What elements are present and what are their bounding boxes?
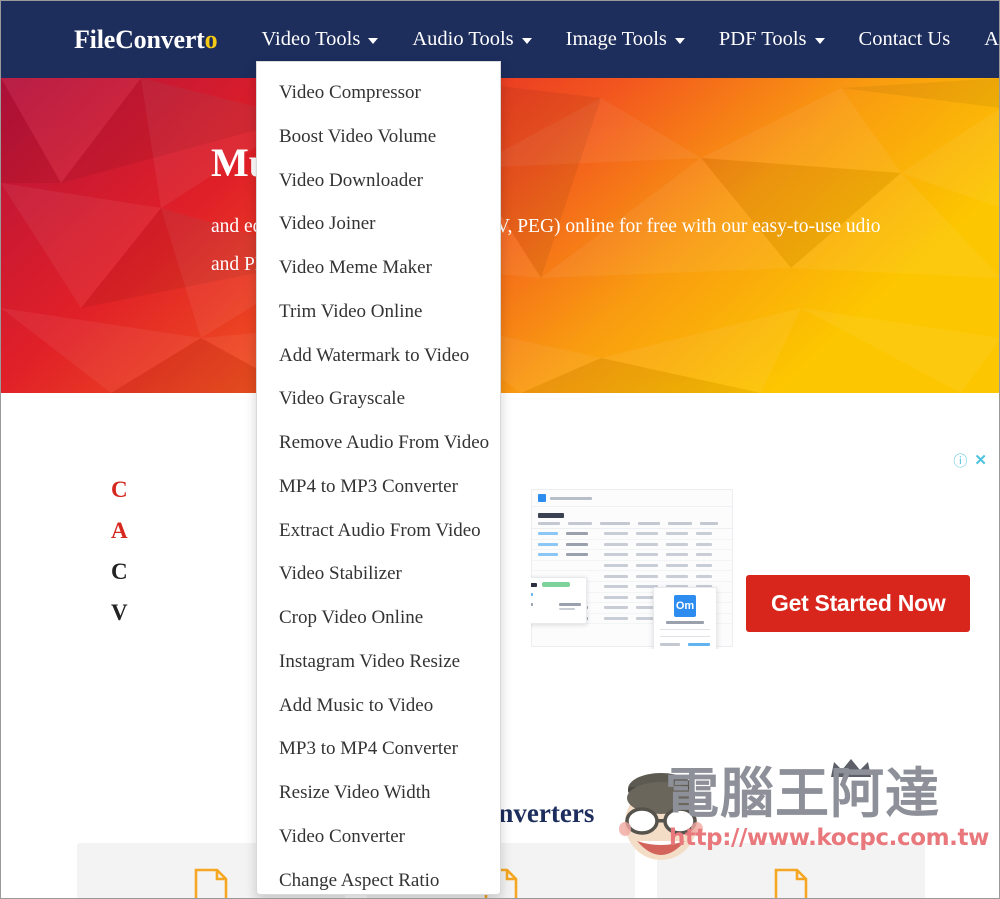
ad-product-screenshot: Om (531, 489, 761, 649)
dropdown-item-add-music-to-video[interactable]: Add Music to Video (257, 684, 500, 728)
ad-table-row (532, 540, 732, 551)
left-body-line: A (111, 518, 128, 543)
logo-accent-text: o (204, 24, 218, 54)
ad-controls: ⓘ ✕ (953, 453, 987, 468)
dropdown-item-mp4-to-mp3-converter[interactable]: MP4 to MP3 Converter (257, 465, 500, 509)
close-icon[interactable]: ✕ (974, 453, 987, 468)
dropdown-item-add-watermark-to-video[interactable]: Add Watermark to Video (257, 334, 500, 378)
nav-item-about[interactable]: About (984, 28, 1000, 51)
converter-card-list (77, 843, 925, 898)
nav-item-contact-us[interactable]: Contact Us (859, 29, 951, 50)
chevron-down-icon (521, 37, 532, 44)
chevron-down-icon (814, 37, 825, 44)
ad-modal-logo: Om (674, 595, 696, 617)
ad-status-badge (542, 582, 570, 587)
site-logo[interactable]: FileConverto (74, 24, 218, 55)
nav-item-image-tools[interactable]: Image Tools (566, 29, 685, 50)
nav-item-video-tools[interactable]: Video Tools (261, 28, 379, 51)
ad-app-name (550, 496, 592, 500)
nav-item-list: Video Tools Audio Tools Image Tools PDF … (261, 28, 1000, 51)
ad-dashboard-header (532, 490, 732, 507)
ad-table-row (532, 529, 732, 540)
converter-card[interactable] (657, 843, 925, 898)
get-started-now-button[interactable]: Get Started Now (746, 575, 971, 632)
ad-modal-action (688, 643, 710, 646)
nav-item-pdf-tools[interactable]: PDF Tools (719, 29, 825, 50)
nav-item-audio-tools[interactable]: Audio Tools (412, 28, 532, 51)
nav-label: Video Tools (261, 28, 361, 51)
dropdown-item-crop-video-online[interactable]: Crop Video Online (257, 596, 500, 640)
dropdown-item-remove-audio-from-video[interactable]: Remove Audio From Video (257, 421, 500, 465)
dropdown-item-boost-video-volume[interactable]: Boost Video Volume (257, 115, 500, 159)
advertisement: ⓘ ✕ Om Get Started Now (501, 447, 999, 652)
dropdown-item-video-downloader[interactable]: Video Downloader (257, 159, 500, 203)
ad-order-detail-popover (531, 577, 587, 624)
nav-label: Image Tools (565, 28, 667, 51)
dropdown-item-video-joiner[interactable]: Video Joiner (257, 202, 500, 246)
video-tools-dropdown-menu: Video Compressor Boost Video Volume Vide… (256, 61, 501, 895)
page-root: Multimedia Files and edit multimedia fil… (0, 0, 1000, 899)
ad-table-row (532, 550, 732, 561)
ad-modal-field (660, 643, 680, 646)
ad-modal-title (666, 621, 704, 624)
dropdown-item-resize-video-width[interactable]: Resize Video Width (257, 771, 500, 815)
left-body-line: V (111, 600, 128, 625)
ad-app-logo-icon (538, 494, 546, 502)
chevron-down-icon (674, 37, 685, 44)
dropdown-item-extract-audio-from-video[interactable]: Extract Audio From Video (257, 509, 500, 553)
left-body-line: C (111, 559, 128, 584)
dropdown-item-video-meme-maker[interactable]: Video Meme Maker (257, 246, 500, 290)
chevron-down-icon (368, 37, 379, 44)
left-body-line: C (111, 477, 128, 502)
info-circle-icon[interactable]: ⓘ (953, 454, 967, 468)
nav-label: About (984, 28, 1000, 51)
dropdown-item-video-grayscale[interactable]: Video Grayscale (257, 377, 500, 421)
dropdown-item-video-compressor[interactable]: Video Compressor (257, 71, 500, 115)
nav-label: PDF Tools (718, 28, 807, 51)
dropdown-item-video-stabilizer[interactable]: Video Stabilizer (257, 552, 500, 596)
dropdown-item-video-converter[interactable]: Video Converter (257, 815, 500, 859)
left-body-text: C A C V (111, 469, 271, 633)
ad-order-link (531, 593, 533, 596)
ad-login-modal: Om (653, 587, 717, 649)
dropdown-item-trim-video-online[interactable]: Trim Video Online (257, 290, 500, 334)
dropdown-item-mp3-to-mp4-converter[interactable]: MP3 to MP4 Converter (257, 727, 500, 771)
dropdown-item-instagram-video-resize[interactable]: Instagram Video Resize (257, 640, 500, 684)
ad-table-row (532, 561, 732, 572)
logo-main-text: FileConvert (74, 24, 205, 54)
document-icon (194, 868, 228, 898)
nav-label: Audio Tools (412, 28, 514, 51)
dropdown-item-change-aspect-ratio[interactable]: Change Aspect Ratio (257, 859, 500, 895)
document-icon (774, 868, 808, 898)
ad-order-id (531, 582, 537, 587)
ad-section-label (538, 513, 564, 518)
ad-table-header (532, 522, 732, 529)
nav-label: Contact Us (858, 28, 951, 51)
crown-icon (831, 759, 871, 777)
